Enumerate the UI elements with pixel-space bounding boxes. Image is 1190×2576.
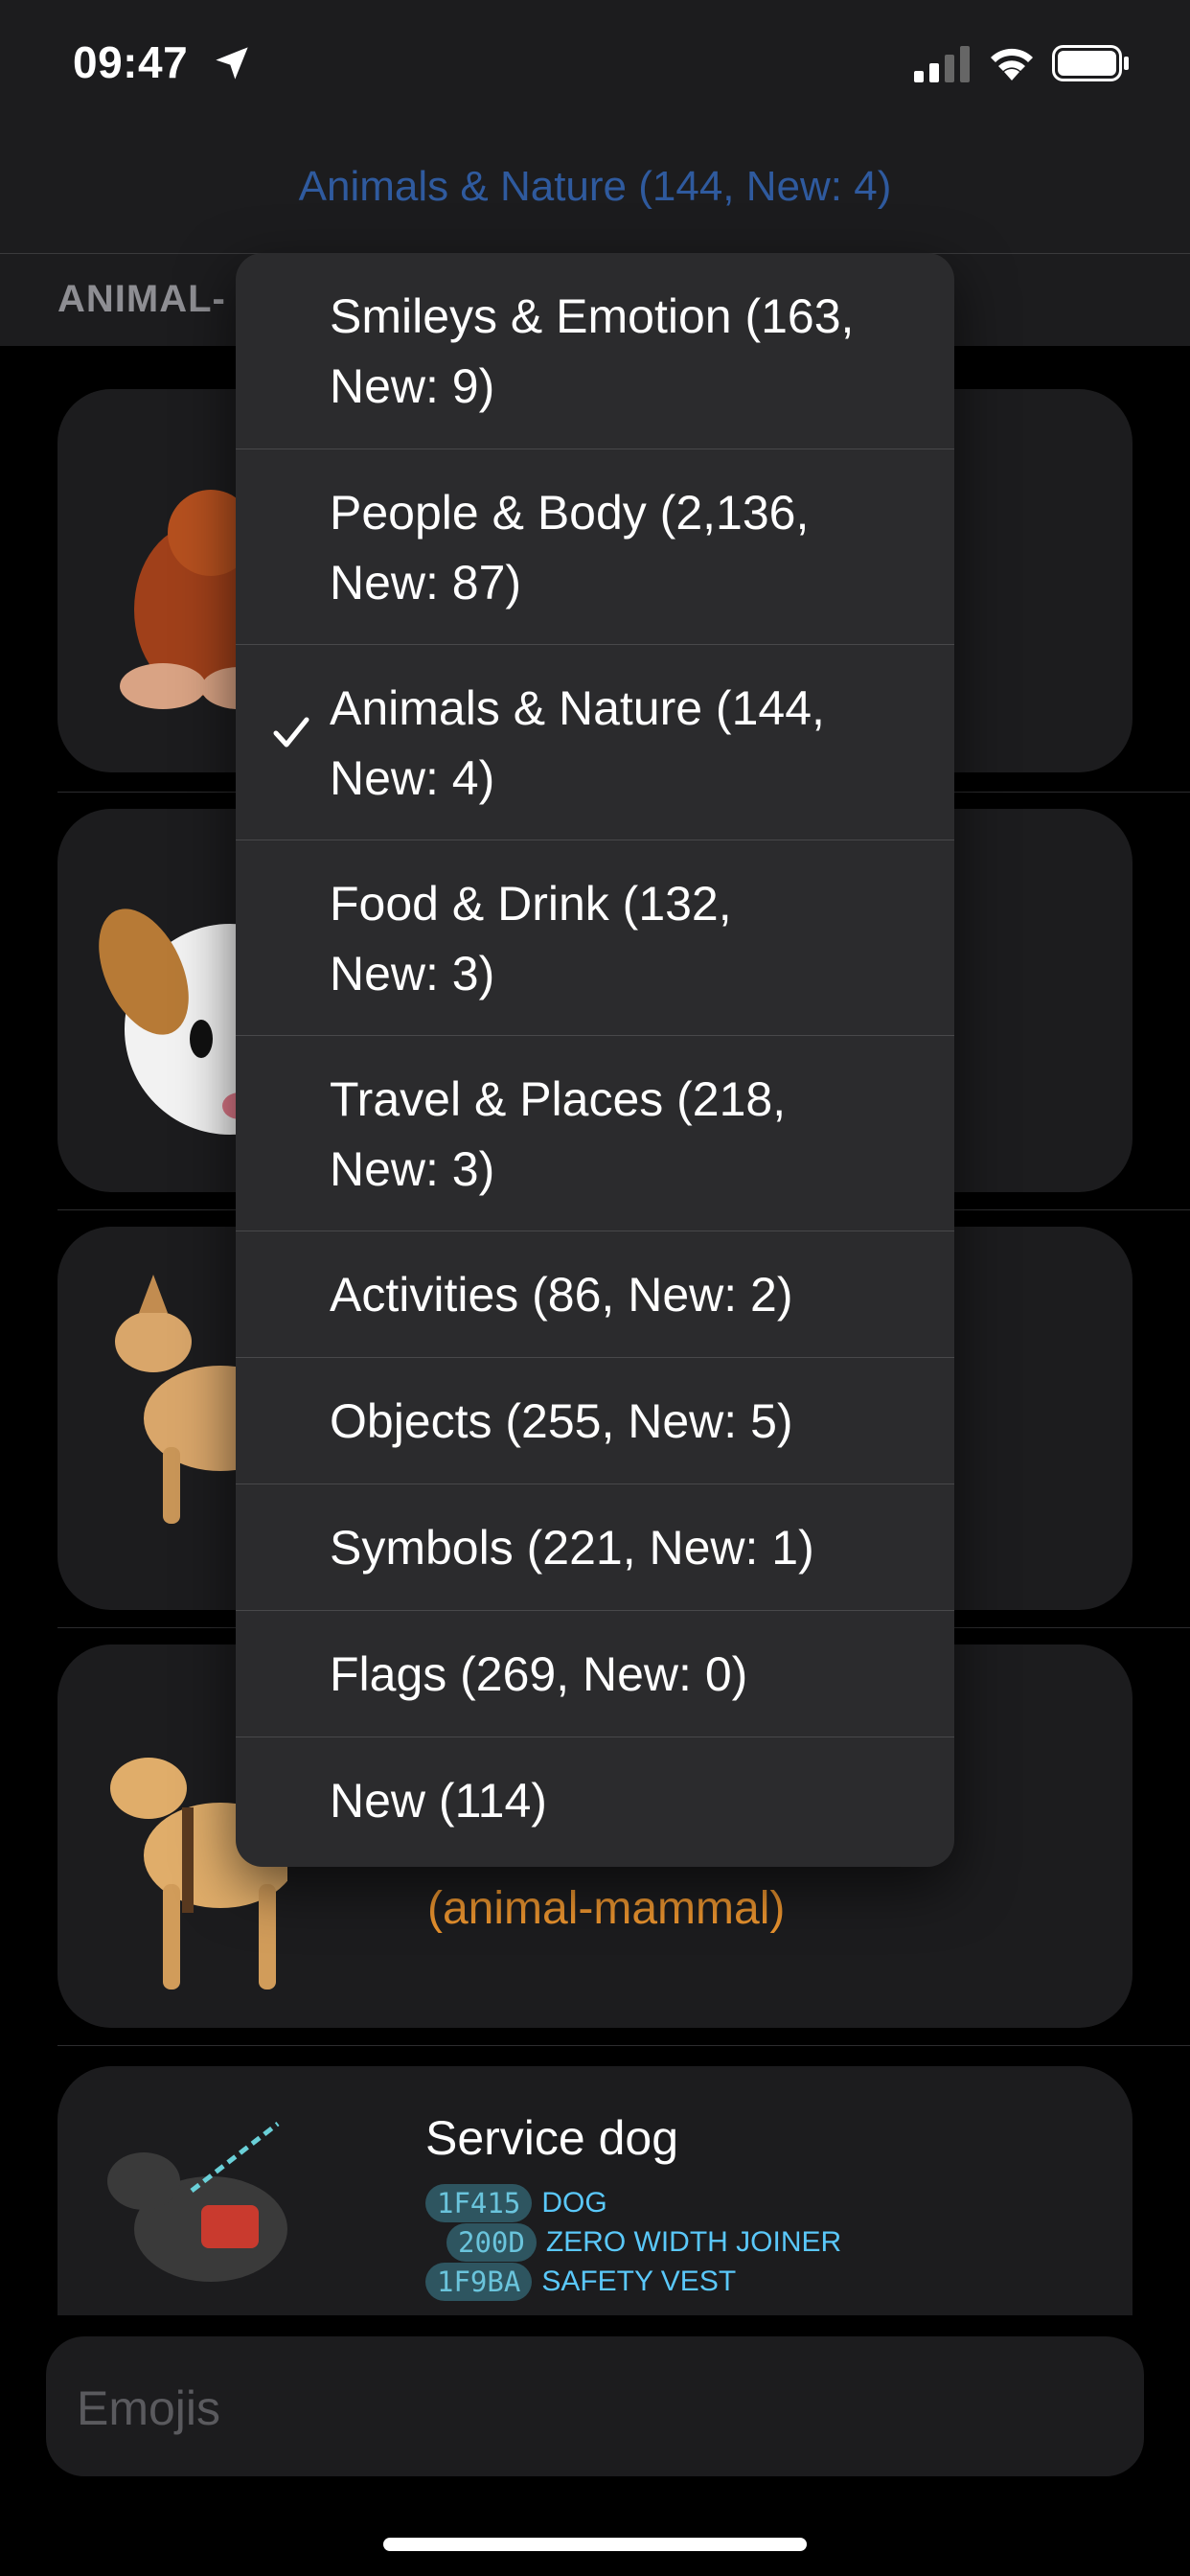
menu-item-label: New: 3) [330, 1142, 495, 1196]
codepoint-badge: 1F415 [425, 2184, 533, 2222]
menu-item-travel-places[interactable]: Travel & Places (218, New: 3) [236, 1035, 954, 1231]
menu-item-label: New: 4) [330, 751, 495, 805]
status-time: 09:47 [73, 37, 189, 87]
menu-item-label: Animals & Nature (144, [330, 681, 825, 735]
menu-item-label: Objects (255, New: 5) [330, 1394, 793, 1448]
wifi-icon [991, 48, 1033, 80]
menu-item-label: New: 87) [330, 556, 522, 610]
menu-item-label: New: 9) [330, 359, 495, 413]
category-dropdown-menu: Smileys & Emotion (163, New: 9) People &… [236, 253, 954, 1867]
codepoint-row: 200D ZERO WIDTH JOINER [425, 2223, 842, 2262]
category-picker-title[interactable]: Animals & Nature (144, New: 4) [0, 163, 1190, 211]
menu-item-label: Travel & Places (218, [330, 1072, 787, 1126]
codepoint-name: DOG [541, 2187, 607, 2219]
menu-item-label: Flags (269, New: 0) [330, 1647, 748, 1701]
menu-item-flags[interactable]: Flags (269, New: 0) [236, 1610, 954, 1737]
divider [57, 2045, 1190, 2046]
menu-item-label: People & Body (2,136, [330, 486, 810, 540]
battery-icon [1052, 45, 1129, 81]
service-dog-emoji [107, 2122, 287, 2282]
codepoint-badge: 200D [446, 2223, 537, 2262]
checkmark-icon [273, 717, 309, 748]
menu-item-label: New: 3) [330, 947, 495, 1000]
menu-item-objects[interactable]: Objects (255, New: 5) [236, 1357, 954, 1484]
codepoint-name: ZERO WIDTH JOINER [545, 2226, 842, 2258]
menu-item-people-body[interactable]: People & Body (2,136, New: 87) [236, 448, 954, 645]
home-indicator[interactable] [383, 2538, 807, 2551]
emoji-category-label: (animal-mammal) [427, 1883, 786, 1934]
menu-item-symbols[interactable]: Symbols (221, New: 1) [236, 1484, 954, 1611]
codepoint-badge: 1F9BA [425, 2263, 533, 2301]
menu-item-label: Symbols (221, New: 1) [330, 1521, 814, 1575]
menu-item-smileys-emotion[interactable]: Smileys & Emotion (163, New: 9) [236, 253, 954, 448]
codepoint-row: 1F415 DOG [425, 2184, 607, 2222]
cellular-signal-icon [914, 46, 970, 82]
menu-item-animals-nature[interactable]: Animals & Nature (144, New: 4) [236, 644, 954, 840]
location-arrow-icon [216, 47, 248, 80]
menu-item-food-drink[interactable]: Food & Drink (132, New: 3) [236, 840, 954, 1036]
search-placeholder: Emojis [77, 2381, 221, 2435]
menu-item-label: Activities (86, New: 2) [330, 1268, 793, 1322]
menu-item-label: Food & Drink (132, [330, 877, 732, 931]
menu-item-label: New (114) [330, 1774, 547, 1828]
menu-item-new[interactable]: New (114) [236, 1736, 954, 1867]
menu-item-activities[interactable]: Activities (86, New: 2) [236, 1230, 954, 1358]
section-header-label: ANIMAL- [57, 278, 226, 320]
menu-item-label: Smileys & Emotion (163, [330, 289, 855, 343]
emoji-card-title: Service dog [425, 2111, 679, 2165]
codepoint-name: SAFETY VEST [541, 2266, 737, 2297]
codepoint-row: 1F9BA SAFETY VEST [425, 2263, 737, 2301]
